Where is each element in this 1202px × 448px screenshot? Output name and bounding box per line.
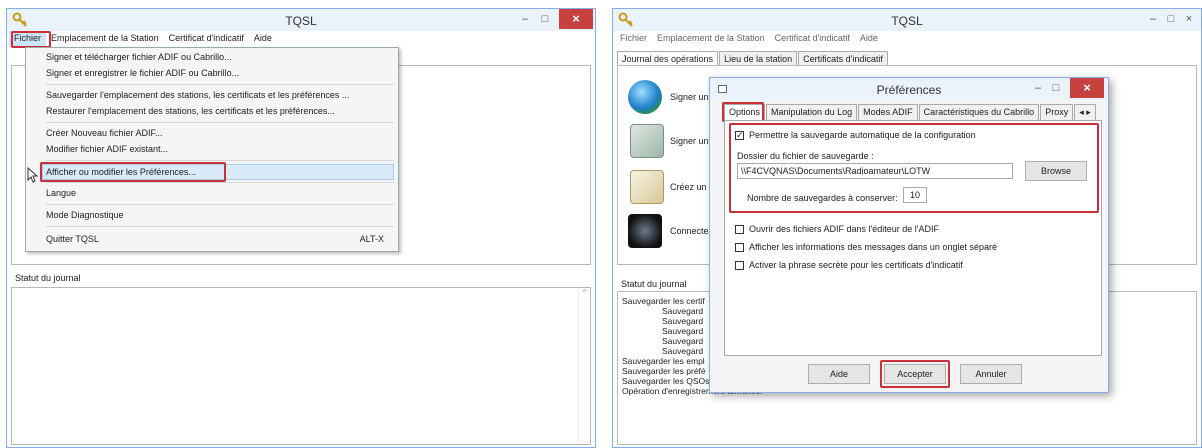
save-file-icon[interactable] xyxy=(630,124,664,158)
scrollbar[interactable]: ^ xyxy=(578,288,590,444)
log-line: Sauvegard xyxy=(662,346,704,356)
menu-item-backup[interactable]: Sauvegarder l'emplacement des stations, … xyxy=(46,90,349,100)
action-sign-upload[interactable]: Signer un xyxy=(670,92,709,102)
log-line: Sauvegarder les certif xyxy=(622,296,705,306)
log-line: Sauvegarder les QSOs xyxy=(622,376,710,386)
titlebar: TQSL – □ × xyxy=(613,9,1201,31)
tab-scroll-arrows[interactable]: ◂ ▸ xyxy=(1074,104,1096,120)
menu-fichier[interactable]: Fichier xyxy=(9,31,47,47)
menu-emplacement[interactable]: Emplacement de la Station xyxy=(46,31,164,47)
main-tabs: Journal des opérations Lieu de la statio… xyxy=(617,51,889,66)
passphrase-label: Activer la phrase secrète pour les certi… xyxy=(749,260,963,270)
tab-certificats[interactable]: Certificats d'indicatif xyxy=(798,51,888,66)
log-line: Sauvegard xyxy=(662,326,704,336)
menubar: Fichier Emplacement de la Station Certif… xyxy=(7,31,595,47)
help-button[interactable]: Aide xyxy=(808,364,870,384)
autosave-label: Permettre la sauvegarde automatique de l… xyxy=(749,130,976,140)
passphrase-checkbox[interactable] xyxy=(735,261,744,270)
tab-proxy[interactable]: Proxy xyxy=(1040,104,1074,120)
menu-item-preferences[interactable]: Afficher ou modifier les Préférences... xyxy=(46,167,196,177)
maximize-icon[interactable]: □ xyxy=(1163,9,1179,29)
maximize-icon[interactable]: □ xyxy=(537,9,553,29)
log-line: Sauvegarder les préfé xyxy=(622,366,706,376)
tqsl-window-left: TQSL – □ × Fichier Emplacement de la Sta… xyxy=(6,8,596,448)
tab-cabrillo[interactable]: Caractéristiques du Cabrillo xyxy=(918,104,1040,120)
window-title: TQSL xyxy=(891,14,923,28)
cancel-button[interactable]: Annuler xyxy=(960,364,1022,384)
action-sign-save[interactable]: Signer un xyxy=(670,136,709,146)
menu-item-edit-adif[interactable]: Modifier fichier ADIF existant... xyxy=(46,144,168,154)
folder-label: Dossier du fichier de sauvegarde : xyxy=(737,151,874,161)
menu-item-new-adif[interactable]: Créer Nouveau fichier ADIF... xyxy=(46,128,163,138)
count-label: Nombre de sauvegardes à conserver: xyxy=(747,193,898,203)
close-icon[interactable]: × xyxy=(1070,78,1104,98)
tab-journal[interactable]: Journal des opérations xyxy=(617,51,719,66)
autosave-checkbox[interactable]: ✓ xyxy=(735,131,744,140)
action-connect[interactable]: Connectez xyxy=(670,226,713,236)
globe-icon[interactable] xyxy=(628,80,662,114)
tab-modes-adif[interactable]: Modes ADIF xyxy=(858,104,918,120)
dialog-titlebar: Préférences – □ × xyxy=(710,78,1108,100)
close-icon[interactable]: × xyxy=(1181,9,1197,29)
pref-tabs: Options Manipulation du Log Modes ADIF C… xyxy=(724,104,1097,120)
log-line: Sauvegarder les empl xyxy=(622,356,705,366)
status-log: ^ xyxy=(11,287,591,445)
menu-aide[interactable]: Aide xyxy=(855,31,883,47)
tab-lieu[interactable]: Lieu de la station xyxy=(719,51,798,66)
edit-file-icon[interactable] xyxy=(630,170,664,204)
menu-certificat[interactable]: Certificat d'indicatif xyxy=(164,31,249,47)
minimize-icon[interactable]: – xyxy=(517,9,533,29)
preferences-dialog: Préférences – □ × Options Manipulation d… xyxy=(709,77,1109,393)
quit-shortcut: ALT-X xyxy=(359,234,384,244)
browse-button[interactable]: Browse xyxy=(1025,161,1087,181)
log-line: Sauvegard xyxy=(662,306,704,316)
separate-tab-checkbox[interactable] xyxy=(735,243,744,252)
tab-options[interactable]: Options xyxy=(724,104,766,120)
menu-aide[interactable]: Aide xyxy=(249,31,277,47)
window-title: TQSL xyxy=(285,14,317,28)
menu-item-diagnostic[interactable]: Mode Diagnostique xyxy=(46,210,124,220)
count-input[interactable]: 10 xyxy=(903,187,927,203)
cursor-icon xyxy=(27,167,39,183)
separate-tab-label: Afficher les informations des messages d… xyxy=(749,242,997,252)
menu-item-restore[interactable]: Restaurer l'emplacement des stations, le… xyxy=(46,106,335,116)
menu-certificat[interactable]: Certificat d'indicatif xyxy=(770,31,855,47)
menu-item-sign-upload[interactable]: Signer et télécharger fichier ADIF ou Ca… xyxy=(46,52,232,62)
options-panel: ✓ Permettre la sauvegarde automatique de… xyxy=(724,120,1102,356)
logbook-icon[interactable] xyxy=(628,214,662,248)
action-create[interactable]: Créez un f xyxy=(670,182,712,192)
menu-item-sign-save[interactable]: Signer et enregistrer le fichier ADIF ou… xyxy=(46,68,239,78)
tqsl-window-right: TQSL – □ × Fichier Emplacement de la Sta… xyxy=(612,8,1202,448)
menu-item-language[interactable]: Langue xyxy=(46,188,76,198)
file-menu-dropdown: Signer et télécharger fichier ADIF ou Ca… xyxy=(25,47,399,252)
close-icon[interactable]: × xyxy=(559,9,593,29)
log-line: Sauvegard xyxy=(662,336,704,346)
folder-input[interactable]: \\F4CVQNAS\Documents\Radioamateur\LOTW xyxy=(737,163,1013,179)
accept-button[interactable]: Accepter xyxy=(884,364,946,384)
menu-fichier[interactable]: Fichier xyxy=(615,31,652,47)
adif-editor-checkbox[interactable] xyxy=(735,225,744,234)
menu-item-quit[interactable]: Quitter TQSL xyxy=(46,234,99,244)
tab-manipulation[interactable]: Manipulation du Log xyxy=(766,104,858,120)
menu-emplacement[interactable]: Emplacement de la Station xyxy=(652,31,770,47)
status-label: Statut du journal xyxy=(621,279,687,289)
minimize-icon[interactable]: – xyxy=(1030,78,1046,98)
adif-editor-label: Ouvrir des fichiers ADIF dans l'éditeur … xyxy=(749,224,940,234)
log-line: Sauvegard xyxy=(662,316,704,326)
titlebar: TQSL – □ × xyxy=(7,9,595,31)
minimize-icon[interactable]: – xyxy=(1145,9,1161,29)
status-label: Statut du journal xyxy=(15,273,81,283)
maximize-icon[interactable]: □ xyxy=(1048,78,1064,98)
menubar: Fichier Emplacement de la Station Certif… xyxy=(613,31,1201,47)
